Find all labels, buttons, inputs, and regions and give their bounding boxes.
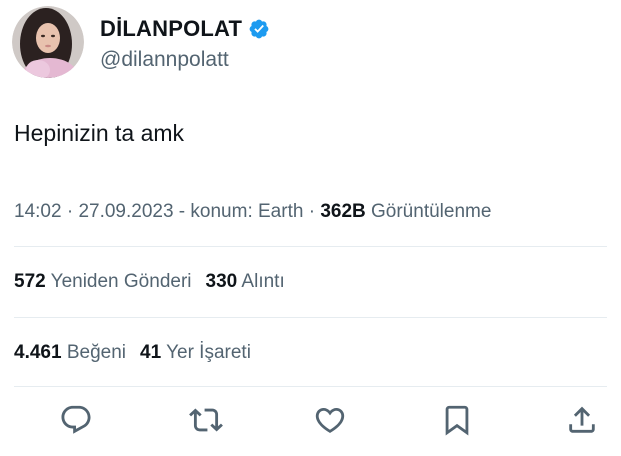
tweet-action-bar [0,400,621,446]
like-button[interactable] [310,400,350,440]
bookmarks-count: 41 [140,342,162,363]
bookmarks-link[interactable]: 41 Yer İşareti [140,342,251,363]
views-label[interactable]: Görüntülenme [366,201,491,222]
tweet-meta: 14:02 · 27.09.2023 - konum: Earth · 362B… [14,201,491,223]
display-name-row: DİLANPOLAT [100,12,270,46]
reposts-label: Yeniden Gönderi [45,271,192,292]
reposts-count: 572 [14,271,46,292]
avatar[interactable] [12,6,84,78]
divider [14,317,607,318]
user-handle[interactable]: @dilannpolatt [100,48,270,72]
meta-separator: · [61,201,79,222]
share-icon [569,406,595,433]
quotes-count: 330 [205,271,238,292]
repost-quote-stats: 572 Yeniden Gönderi 330 Alıntı [14,271,285,293]
user-names: DİLANPOLAT @dilannpolatt [100,12,270,72]
likes-link[interactable]: 4.461 Beğeni [14,342,126,363]
comment-icon [61,405,91,434]
tweet-time[interactable]: 14:02 [14,201,62,222]
heart-icon [315,407,345,433]
repost-button[interactable] [186,400,226,440]
reposts-link[interactable]: 572 Yeniden Gönderi [14,271,192,292]
quotes-link[interactable]: 330 Alıntı [206,271,285,292]
quotes-label: Alıntı [237,271,285,292]
like-bookmark-stats: 4.461 Beğeni 41 Yer İşareti [14,342,251,364]
bookmark-button[interactable] [437,400,477,440]
reply-button[interactable] [56,400,96,440]
avatar-image [12,6,84,78]
tweet-date[interactable]: 27.09.2023 [78,201,173,222]
divider [14,386,607,387]
tweet-text: Hepinizin ta amk [14,120,185,146]
share-button[interactable] [562,400,602,440]
meta-separator: · [303,201,321,222]
views-count[interactable]: 362B [320,201,365,222]
bookmarks-label: Yer İşareti [161,342,251,363]
likes-count: 4.461 [14,342,62,363]
display-name[interactable]: DİLANPOLAT [100,16,242,42]
likes-label: Beğeni [61,342,126,363]
meta-separator: - [173,201,191,222]
divider [14,246,607,247]
bookmark-icon [445,405,469,436]
tweet-header: DİLANPOLAT @dilannpolatt [12,6,270,78]
tweet-location: konum: Earth [190,201,304,222]
retweet-icon [189,408,223,432]
verified-badge-icon[interactable] [248,18,270,40]
